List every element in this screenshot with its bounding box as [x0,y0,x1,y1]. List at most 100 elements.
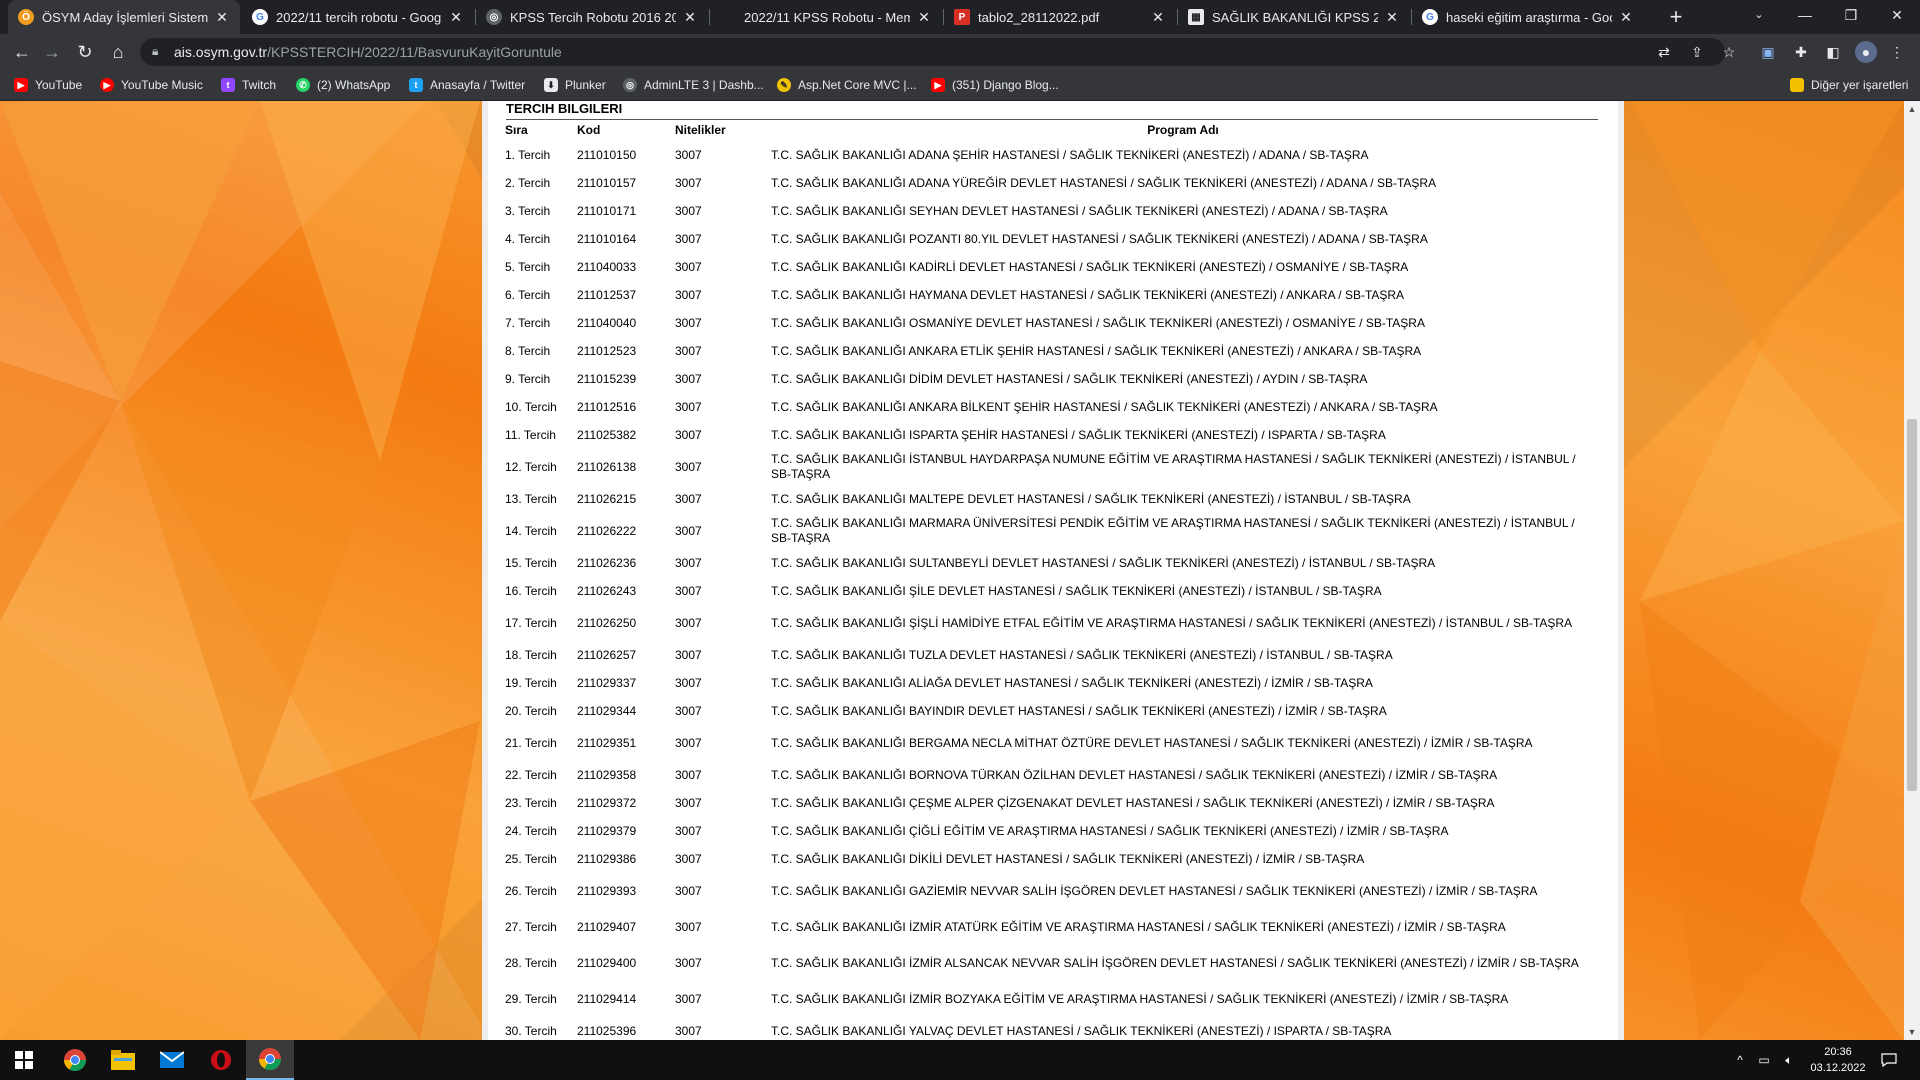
address-bar[interactable]: 🔒︎ ais.osym.gov.tr/KPSSTERCIH/2022/11/Ba… [140,38,1735,66]
tercih-kod: 211010164 [577,232,637,246]
close-icon[interactable]: ✕ [1150,9,1166,26]
column-header-nitelikler: Nitelikler [675,123,726,137]
close-icon[interactable]: ✕ [448,9,464,26]
bookmark-django[interactable]: ▶ (351) Django Blog... [931,76,1059,94]
bookmark-plunker[interactable]: ⬇ Plunker [544,76,606,94]
bookmark-youtube[interactable]: ▶ YouTube [14,76,82,94]
windows-start-icon[interactable] [0,1040,48,1080]
url-text[interactable]: ais.osym.gov.tr/KPSSTERCIH/2022/11/Basvu… [174,44,562,60]
tercih-kod: 211026243 [577,584,637,598]
tercih-kod: 211029414 [577,992,637,1006]
tercih-nitelik: 3007 [675,648,702,662]
tercih-sira: 23. Tercih [505,796,557,810]
opera-icon[interactable] [197,1040,245,1080]
tercih-sira: 26. Tercih [505,884,557,898]
tercih-program-adi: T.C. SAĞLIK BAKANLIĞI POZANTI 80.YIL DEV… [771,231,1428,246]
bookmark-adminlte[interactable]: ◎ AdminLTE 3 | Dashb... [623,76,764,94]
extensions-puzzle-icon[interactable]: ✚ [1790,41,1812,63]
lock-icon[interactable]: 🔒︎ [152,44,166,60]
profile-avatar-icon[interactable]: ● [1855,41,1877,63]
tercih-nitelik: 3007 [675,704,702,718]
tab-title: haseki eğitim araştırma - Googl [1446,9,1612,25]
share-icon[interactable]: ⇪ [1686,41,1708,63]
tab-osym[interactable]: Ö ÖSYM Aday İşlemleri Sistemi - Sı ✕ [8,0,240,34]
bookmark-aspnet[interactable]: ✎ Asp.Net Core MVC |... [777,76,916,94]
table-row: 19. Tercih 211029337 3007 T.C. SAĞLIK BAKAN… [500,669,1600,697]
content-panel: TERCIH BILGILERI Sıra Kod Nitelikler Pro… [488,101,1618,1040]
bookmark-label: Plunker [565,78,606,92]
bookmark-label: YouTube [35,78,83,92]
table-row: 26. Tercih 211029393 3007 T.C. SAĞLIK BAKAN… [500,873,1600,909]
page-scrollbar[interactable]: ▲ ▼ [1904,101,1920,1040]
new-tab-button[interactable]: + [1663,4,1689,30]
translate-icon[interactable]: ⇄ [1653,41,1675,63]
tercih-kod: 211026250 [577,616,637,630]
tab-saglik-bakanligi[interactable]: ▦ SAĞLIK BAKANLIĞI KPSS 2022/1 ✕ [1178,0,1410,34]
close-icon[interactable]: ✕ [682,9,698,26]
mail-icon[interactable] [148,1040,196,1080]
tab-kpss-robotu[interactable]: 2022/11 KPSS Robotu - Memurl ✕ [710,0,942,34]
close-icon[interactable]: ✕ [1384,9,1400,26]
tab-kpss-tercih[interactable]: ◎ KPSS Tercih Robotu 2016 2017 2 ✕ [476,0,708,34]
tab-tercih-robotu[interactable]: G 2022/11 tercih robotu - Google ✕ [242,0,474,34]
file-explorer-icon[interactable] [99,1040,147,1080]
tercih-nitelik: 3007 [675,260,702,274]
extension-icon[interactable]: ▣ [1757,41,1779,63]
table-row: 21. Tercih 211029351 3007 T.C. SAĞLIK BAKAN… [500,725,1600,761]
close-icon[interactable]: ✕ [1618,9,1634,26]
page-viewport: TERCIH BILGILERI Sıra Kod Nitelikler Pro… [0,101,1904,1040]
chrome-icon[interactable] [51,1040,99,1080]
close-icon[interactable]: ✕ [916,9,932,26]
close-window-icon[interactable]: ✕ [1874,0,1920,30]
bookmark-star-icon[interactable]: ☆ [1718,41,1740,63]
table-row: 27. Tercih 211029407 3007 T.C. SAĞLIK BAKAN… [500,909,1600,945]
tab-title: KPSS Tercih Robotu 2016 2017 2 [510,9,676,25]
restore-icon[interactable]: ❐ [1828,0,1874,30]
bookmark-whatsapp[interactable]: ✆ (2) WhatsApp [296,76,390,94]
back-icon[interactable]: ← [8,38,36,66]
network-icon[interactable]: ▭ [1753,1040,1775,1080]
notifications-icon[interactable] [1876,1040,1902,1080]
scroll-up-icon[interactable]: ▲ [1904,101,1920,117]
whatsapp-icon: ✆ [296,78,310,92]
tercih-nitelik: 3007 [675,492,702,506]
url-host: ais.osym.gov.tr [174,44,268,60]
globe-icon: ◎ [486,9,502,25]
minimize-icon[interactable]: — [1782,0,1828,30]
tercih-nitelik: 3007 [675,400,702,414]
table-row: 13. Tercih 211026215 3007 T.C. SAĞLIK BAKAN… [500,485,1600,513]
tercih-nitelik: 3007 [675,556,702,570]
system-clock[interactable]: 20:36 03.12.2022 [1808,1044,1868,1076]
tab-haseki[interactable]: G haseki eğitim araştırma - Googl ✕ [1412,0,1644,34]
tercih-kod: 211040040 [577,316,637,330]
tercih-program-adi: T.C. SAĞLIK BAKANLIĞI BAYINDIR DEVLET HA… [771,703,1387,718]
tercih-program-adi: T.C. SAĞLIK BAKANLIĞI BORNOVA TÜRKAN ÖZİ… [771,767,1498,782]
side-panel-icon[interactable]: ◧ [1822,41,1844,63]
bookmark-twitter[interactable]: t Anasayfa / Twitter [409,76,525,94]
tercih-program-adi: T.C. SAĞLIK BAKANLIĞI ÇEŞME ALPER ÇİZGEN… [771,795,1495,810]
bookmark-label: Asp.Net Core MVC |... [798,78,917,92]
tercih-kod: 211010171 [577,204,637,218]
tab-pdf[interactable]: P tablo2_28112022.pdf ✕ [944,0,1176,34]
home-icon[interactable]: ⌂ [104,38,132,66]
tray-overflow-icon[interactable]: ^ [1730,1040,1750,1080]
bookmark-label: (351) Django Blog... [952,78,1059,92]
volume-icon[interactable]: 🔈︎ [1778,1040,1800,1080]
tercih-nitelik: 3007 [675,884,702,898]
table-row: 10. Tercih 211012516 3007 T.C. SAĞLIK BAKAN… [500,393,1600,421]
scroll-down-icon[interactable]: ▼ [1904,1024,1920,1040]
forward-icon[interactable]: → [38,38,66,66]
other-bookmarks[interactable]: Diğer yer işaretleri [1790,76,1908,94]
chrome-active-icon[interactable] [246,1040,294,1080]
reload-icon[interactable]: ↻ [71,38,99,66]
tercih-program-adi: T.C. SAĞLIK BAKANLIĞI HAYMANA DEVLET HAS… [771,287,1405,302]
close-icon[interactable]: ✕ [214,9,230,26]
tercih-kod: 211026215 [577,492,637,506]
tab-search-icon[interactable]: ⌄ [1736,0,1782,30]
menu-kebab-icon[interactable]: ⋮ [1886,41,1908,63]
tab-title: tablo2_28112022.pdf [978,9,1100,25]
bookmark-youtube-music[interactable]: ▶ YouTube Music [100,76,203,94]
scrollbar-thumb[interactable] [1907,419,1917,791]
bookmark-twitch[interactable]: t Twitch [221,76,276,94]
tercih-sira: 25. Tercih [505,852,557,866]
